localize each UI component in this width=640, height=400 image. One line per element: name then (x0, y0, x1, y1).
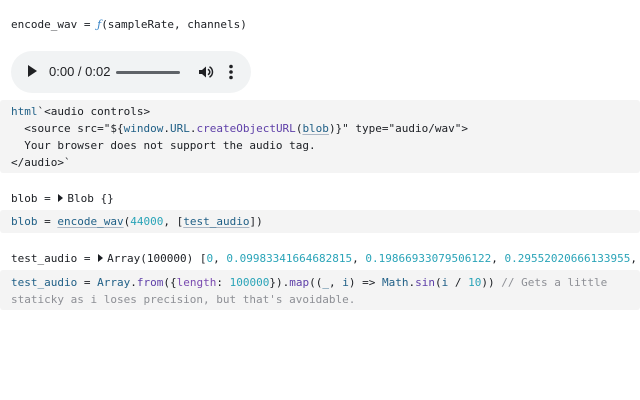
array-type[interactable]: Array(100000) (107, 252, 193, 265)
encode-wav-name: encode_wav (11, 18, 78, 31)
code-comment-continued: staticky as i loses precision, but that'… (11, 293, 356, 306)
audio-player[interactable]: 0:00 / 0:02 (11, 51, 251, 93)
expand-triangle-icon[interactable] (58, 194, 64, 202)
code-comment: // Gets a little (501, 276, 608, 289)
encode-wav-params: (sampleRate, channels) (101, 18, 247, 31)
audio-time: 0:00 / 0:02 (49, 64, 111, 79)
html-tag-keyword: html (11, 105, 38, 118)
encode-wav-output: encode_wav = ƒ(sampleRate, channels) (11, 18, 247, 31)
test-audio-link[interactable]: test_audio (183, 215, 249, 228)
expand-triangle-icon[interactable] (98, 254, 104, 262)
blob-reference-link[interactable]: blob (302, 122, 329, 135)
volume-icon[interactable] (198, 64, 214, 80)
blob-value[interactable]: Blob {} (67, 192, 113, 205)
html-code-cell[interactable]: html`<audio controls> <source src="${win… (0, 100, 640, 173)
test-audio-output: test_audio = Array(100000) [0, 0.0998334… (11, 252, 637, 265)
audio-progress-slider[interactable] (116, 71, 180, 74)
blob-output: blob = Blob {} (11, 192, 114, 205)
test-audio-code-cell[interactable]: test_audio = Array.from({length: 100000}… (0, 270, 640, 310)
blob-code-cell[interactable]: blob = encode_wav(44000, [test_audio]) (0, 210, 640, 233)
play-icon[interactable] (28, 65, 37, 77)
more-vert-icon[interactable] (227, 63, 235, 81)
encode-wav-link[interactable]: encode_wav (57, 215, 123, 228)
